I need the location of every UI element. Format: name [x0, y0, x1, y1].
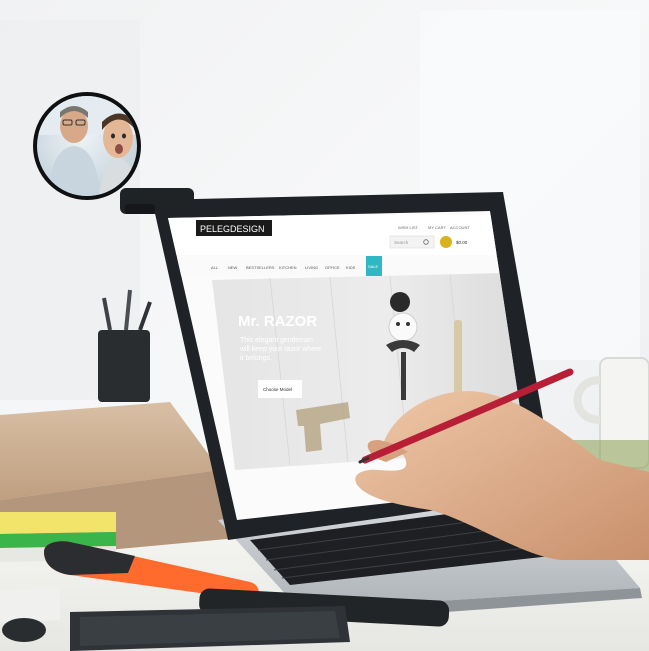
- nav-item-all[interactable]: ALL: [211, 265, 219, 270]
- header-link-wishlist[interactable]: WISH LIST: [398, 225, 419, 230]
- nav-item-sale[interactable]: SALE: [368, 264, 379, 269]
- nav-item-living[interactable]: LIVING: [305, 265, 318, 270]
- hero-subtitle-3: it belongs.: [240, 355, 272, 362]
- nav-item-office[interactable]: OFFICE: [325, 265, 340, 270]
- razor-stand-pole: [401, 352, 406, 400]
- razor-stand-eye-right: [406, 322, 410, 326]
- header-link-account[interactable]: ACCOUNT: [450, 225, 470, 230]
- product-photo-scene: PELEGDESIGN WISH LIST MY CART ACCOUNT Se…: [0, 0, 649, 651]
- razor-stand-head: [390, 292, 410, 312]
- razor-stand-eye-left: [396, 322, 400, 326]
- hero-cta-label: Choose Model: [263, 387, 292, 392]
- brush-handle: [454, 320, 462, 400]
- pencil-cup: [98, 330, 150, 402]
- scene-svg: PELEGDESIGN WISH LIST MY CART ACCOUNT Se…: [0, 0, 649, 651]
- nav-item-new[interactable]: NEW: [228, 265, 238, 270]
- cart-total[interactable]: $0.00: [456, 240, 468, 245]
- mirror-mount: [125, 204, 155, 214]
- cart-icon[interactable]: [440, 236, 452, 248]
- site-logo[interactable]: PELEGDESIGN: [200, 224, 265, 234]
- hero-subtitle-1: This elegant gentleman: [240, 337, 313, 344]
- usb-dongle: [2, 618, 46, 642]
- nav-item-bestsellers[interactable]: BESTSELLERS: [246, 265, 275, 270]
- site-search-placeholder: Search: [394, 240, 409, 245]
- paper-stack: [0, 588, 60, 622]
- sticky-note-yellow: [0, 512, 116, 534]
- nav-item-kitchen[interactable]: KITCHEN: [279, 265, 297, 270]
- razor-stand-face: [388, 312, 418, 342]
- hero-title: Mr. RAZOR: [238, 313, 317, 330]
- hero-subtitle-2: will keep your razor where: [239, 346, 321, 353]
- header-link-cart[interactable]: MY CART: [428, 225, 446, 230]
- nav-item-kids[interactable]: KIDS: [346, 265, 356, 270]
